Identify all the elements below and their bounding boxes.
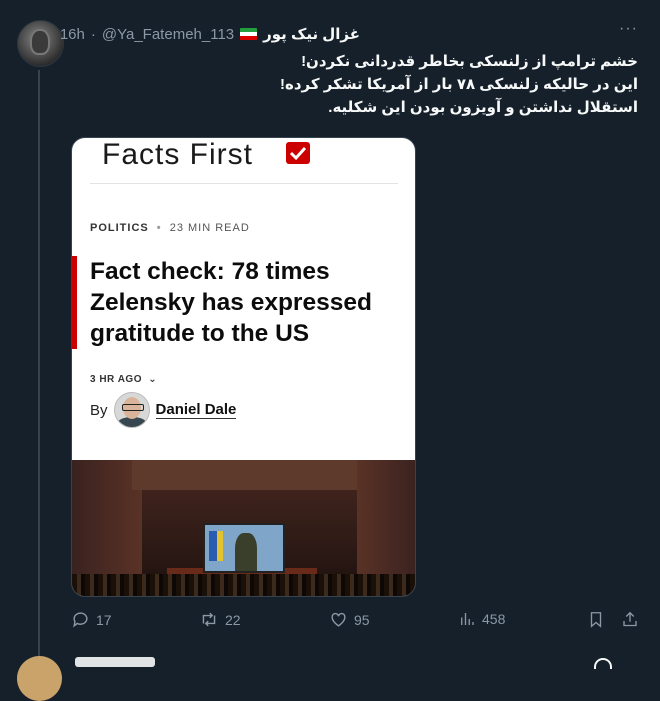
user-avatar[interactable]	[17, 20, 64, 67]
article-headline: Fact check: 78 times Zelensky has expres…	[90, 258, 372, 347]
avatar-figure	[30, 29, 50, 55]
tweet-text-line: استقلال نداشتن و آویزون بودن این شکلیه.	[328, 99, 638, 116]
bookmark-icon	[590, 612, 602, 628]
iran-flag-icon	[240, 28, 258, 40]
article-photo	[72, 460, 415, 596]
reply-button[interactable]: 17	[71, 610, 112, 629]
more-options-icon[interactable]: ···	[619, 20, 638, 38]
tweet-text-line: خشم ترامپ از زلنسکی بخاطر قدردانی نکردن!	[301, 53, 638, 70]
user-display-name[interactable]: غزال نیک پور	[263, 25, 360, 43]
reply-icon	[73, 612, 88, 628]
repost-icon	[202, 612, 216, 627]
next-tweet-avatar[interactable]	[17, 656, 62, 701]
byline-by: By	[90, 401, 108, 419]
tweet-time[interactable]: 16h	[60, 26, 85, 43]
repost-count: 22	[225, 611, 241, 628]
tweet-text: خشم ترامپ از زلنسکی بخاطر قدردانی نکردن!…	[78, 50, 638, 119]
section-label: POLITICS	[90, 222, 149, 234]
audience	[72, 574, 415, 596]
media-card[interactable]: Facts First POLITICS • 23 MIN READ Fact …	[71, 137, 416, 597]
repost-button[interactable]: 22	[199, 610, 241, 629]
bullet: •	[156, 222, 162, 234]
chevron-down-icon: ⌄	[148, 374, 158, 385]
author-photo	[113, 392, 150, 428]
share-icon	[623, 611, 637, 627]
facts-first-logo: Facts First	[102, 138, 253, 171]
thread-line	[38, 70, 40, 667]
next-tweet-icon	[594, 658, 612, 669]
checkmark-logo-icon	[286, 142, 310, 164]
headline-accent-bar	[72, 256, 77, 349]
article-kicker: POLITICS • 23 MIN READ	[90, 222, 250, 234]
video-screen	[203, 523, 285, 573]
heart-icon	[331, 612, 346, 627]
author-name: Daniel Dale	[155, 401, 237, 419]
next-tweet-name-placeholder	[75, 657, 155, 667]
bookmark-button[interactable]	[587, 610, 605, 629]
divider	[90, 183, 398, 184]
view-count: 458	[482, 611, 506, 627]
like-button[interactable]: 95	[329, 610, 370, 629]
tweet-header: 16h · @Ya_Fatemeh_113 غزال نیک پور	[60, 25, 360, 44]
user-handle[interactable]: @Ya_Fatemeh_113	[102, 26, 234, 43]
read-time: 23 MIN READ	[169, 222, 250, 234]
tweet-actions: 17 22 95 458	[71, 610, 641, 636]
reply-count: 17	[96, 611, 112, 628]
time-ago: 3 HR AGO ⌄	[90, 374, 157, 385]
dot-separator: ·	[90, 25, 96, 43]
views-icon	[461, 613, 474, 625]
byline: By Daniel Dale	[90, 392, 237, 428]
tweet-text-line: این در حالیکه زلنسکی ۷۸ بار از آمریکا تش…	[280, 76, 638, 93]
time-ago-label: 3 HR AGO	[90, 374, 142, 385]
views-button[interactable]: 458	[458, 610, 505, 628]
share-button[interactable]	[621, 610, 639, 629]
like-count: 95	[354, 611, 370, 628]
